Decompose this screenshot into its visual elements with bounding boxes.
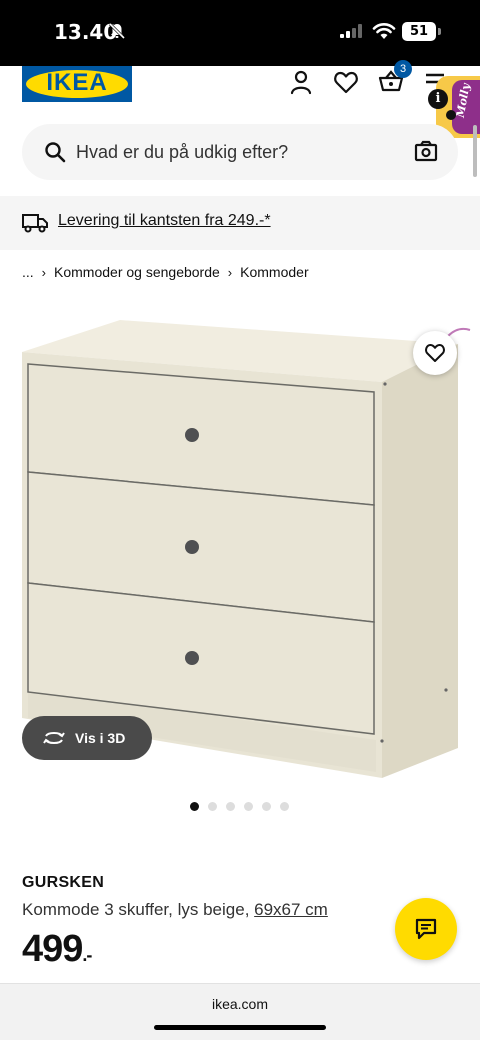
battery-tip: [438, 28, 441, 35]
breadcrumb-item[interactable]: Kommoder: [240, 264, 308, 280]
assistant-avatar-icon: [446, 110, 456, 120]
gallery-dot[interactable]: [190, 802, 199, 811]
delivery-link[interactable]: Levering til kantsten fra 249.-*: [58, 212, 271, 230]
battery-level: 51: [402, 22, 436, 41]
camera-search-icon[interactable]: [414, 139, 438, 168]
truck-icon: [22, 210, 48, 239]
info-icon[interactable]: i: [428, 89, 448, 109]
search-placeholder: Hvad er du på udkig efter?: [76, 142, 289, 162]
gallery-dot[interactable]: [244, 802, 253, 811]
search-icon: [44, 141, 66, 168]
screen: 13.40 51 IKEA 3 Molly i Hvad er du på ud…: [0, 0, 480, 1040]
price-main: 499: [22, 928, 83, 970]
wishlist-heart-icon[interactable]: [332, 68, 360, 96]
muted-bell-icon: [108, 22, 126, 45]
status-bar: 13.40 51: [0, 0, 480, 66]
product-price: 499.-: [22, 928, 92, 971]
chevron-right-icon: ›: [41, 265, 47, 280]
breadcrumb-ellipsis[interactable]: ...: [22, 264, 34, 280]
view-in-3d-label: Vis i 3D: [75, 730, 126, 746]
product-size-link[interactable]: 69x67 cm: [254, 900, 328, 919]
chat-bubble-icon: [415, 918, 437, 940]
cellular-signal-icon: [340, 24, 364, 43]
product-description: Kommode 3 skuffer, lys beige, 69x67 cm: [22, 900, 328, 920]
gallery-dot[interactable]: [262, 802, 271, 811]
browser-url[interactable]: ikea.com: [0, 996, 480, 1012]
search-bar[interactable]: Hvad er du på udkig efter?: [22, 124, 458, 180]
gallery-dot[interactable]: [226, 802, 235, 811]
gallery-dot[interactable]: [208, 802, 217, 811]
delivery-banner[interactable]: Levering til kantsten fra 249.-*: [0, 196, 480, 250]
gallery-dot[interactable]: [280, 802, 289, 811]
breadcrumb-item[interactable]: Kommoder og sengeborde: [54, 264, 220, 280]
account-icon[interactable]: [287, 68, 315, 96]
add-to-favorites-button[interactable]: [413, 331, 457, 375]
home-indicator[interactable]: [154, 1025, 326, 1030]
logo-text: IKEA: [46, 69, 108, 96]
cart-count-badge: 3: [394, 60, 412, 78]
price-suffix: .-: [82, 945, 92, 965]
view-in-3d-button[interactable]: Vis i 3D: [22, 716, 152, 760]
breadcrumb: ... › Kommoder og sengeborde › Kommoder: [22, 264, 309, 280]
wifi-icon: [372, 22, 396, 45]
rotate-3d-icon: [43, 732, 65, 744]
ikea-logo[interactable]: IKEA: [22, 66, 132, 102]
chat-button[interactable]: [395, 898, 457, 960]
page-scrollbar[interactable]: [473, 125, 477, 177]
product-name: GURSKEN: [22, 874, 105, 891]
product-description-text: Kommode 3 skuffer, lys beige,: [22, 900, 255, 919]
browser-address-bar[interactable]: ikea.com: [0, 983, 480, 1040]
chevron-right-icon: ›: [227, 265, 233, 280]
